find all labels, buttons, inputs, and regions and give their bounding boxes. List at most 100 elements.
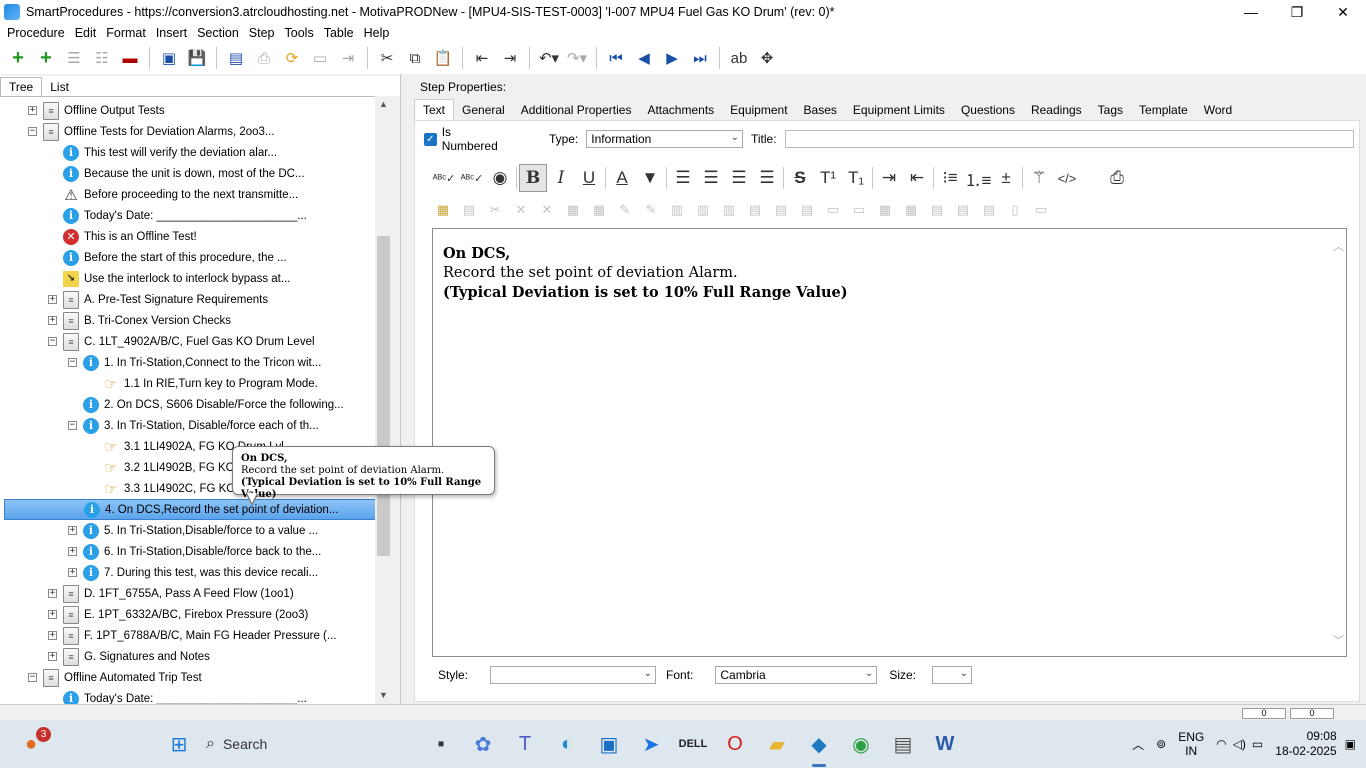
tab-additional-properties[interactable]: Additional Properties bbox=[513, 100, 640, 120]
outdent-icon[interactable]: ⇤ bbox=[468, 45, 496, 71]
align-bottom-icon[interactable]: ▤ bbox=[976, 199, 1002, 221]
remote-desktop-icon[interactable]: ▤ bbox=[886, 727, 920, 761]
expand-icon[interactable]: + bbox=[68, 568, 77, 577]
subscript-icon[interactable]: T₁ bbox=[842, 164, 870, 192]
cut-icon[interactable]: ✂ bbox=[373, 45, 401, 71]
link-icon[interactable]: ⇥ bbox=[334, 45, 362, 71]
tree-node[interactable]: i Today's Date: ______________________... bbox=[48, 688, 307, 704]
tab-word[interactable]: Word bbox=[1196, 100, 1240, 120]
tree-node[interactable]: i 4. On DCS,Record the set point of devia… bbox=[4, 499, 376, 520]
export-icon[interactable]: ▤ bbox=[222, 45, 250, 71]
language-indicator[interactable]: ENG IN bbox=[1178, 730, 1204, 758]
tree-node[interactable]: + ≡ A. Pre-Test Signature Requirements bbox=[48, 289, 268, 310]
tree-node[interactable]: + ≡ G. Signatures and Notes bbox=[48, 646, 210, 667]
power-automate-icon[interactable]: ➤ bbox=[634, 727, 668, 761]
volume-icon[interactable]: ◁) bbox=[1233, 737, 1246, 751]
editor-scrollbar[interactable]: ︿ ﹀ bbox=[1330, 232, 1346, 652]
split-horizontal-icon[interactable]: ▦ bbox=[872, 199, 898, 221]
tree-node[interactable]: + i 7. During this test, was this device r… bbox=[68, 562, 318, 583]
tree-node[interactable]: − ≡ C. 1LT_4902A/B/C, Fuel Gas KO Drum Lev… bbox=[48, 331, 315, 352]
type-dropdown[interactable]: Information ⌄ bbox=[586, 130, 743, 148]
insert-row-below-icon[interactable]: ▤ bbox=[768, 199, 794, 221]
spellcheck-options-icon[interactable]: ᴬᴮᶜ✓ bbox=[458, 164, 486, 192]
spellcheck-icon[interactable]: ᴬᴮᶜ✓ bbox=[430, 164, 458, 192]
expand-icon[interactable]: + bbox=[48, 316, 57, 325]
column-width-icon[interactable]: ▯ bbox=[1002, 199, 1028, 221]
maximize-button[interactable]: ❐ bbox=[1274, 0, 1320, 24]
first-icon[interactable]: ⏮ bbox=[602, 45, 630, 71]
size-dropdown[interactable]: ⌄ bbox=[932, 666, 973, 684]
tree-scrollbar[interactable]: ▲ ▼ bbox=[375, 96, 392, 704]
add-icon[interactable]: + bbox=[4, 45, 32, 71]
edge-icon[interactable]: ◐ bbox=[550, 727, 584, 761]
table-cut-icon[interactable]: ✂ bbox=[482, 199, 508, 221]
panel-splitter[interactable] bbox=[400, 74, 408, 704]
scroll-up-icon[interactable]: ▲ bbox=[375, 96, 392, 113]
menu-format[interactable]: Format bbox=[101, 26, 151, 40]
wifi-icon[interactable]: ◠ bbox=[1216, 737, 1226, 751]
merge-cells-icon[interactable]: ▭ bbox=[820, 199, 846, 221]
cell-edit-icon[interactable]: ▦ bbox=[586, 199, 612, 221]
print-icon[interactable]: ⎙ bbox=[250, 45, 278, 71]
tab-list[interactable]: List bbox=[42, 78, 77, 96]
expand-icon[interactable]: + bbox=[68, 547, 77, 556]
scroll-down-icon[interactable]: ▼ bbox=[375, 687, 392, 704]
tab-text[interactable]: Text bbox=[414, 99, 455, 120]
underline-icon[interactable]: U bbox=[575, 164, 603, 192]
step-text-editor[interactable]: On DCS, Record the set point of deviatio… bbox=[432, 228, 1347, 657]
chrome-icon[interactable]: ◉ bbox=[844, 727, 878, 761]
insert-row-above-icon[interactable]: ▤ bbox=[742, 199, 768, 221]
table-clear-icon[interactable]: ✕ bbox=[534, 199, 560, 221]
menu-table[interactable]: Table bbox=[319, 26, 359, 40]
tree-node[interactable]: − ≡ Offline Tests for Deviation Alarms, 2o… bbox=[28, 121, 275, 142]
tab-bases[interactable]: Bases bbox=[796, 100, 845, 120]
collapse-icon[interactable]: − bbox=[68, 358, 77, 367]
scroll-up-icon[interactable]: ︿ bbox=[1333, 238, 1344, 254]
menu-section[interactable]: Section bbox=[192, 26, 244, 40]
minimize-button[interactable]: — bbox=[1228, 0, 1274, 24]
move-icon[interactable]: ✥ bbox=[753, 45, 781, 71]
tree-node[interactable]: + ≡ F. 1PT_6788A/B/C, Main FG Header Press… bbox=[48, 625, 336, 646]
notifications-icon[interactable]: ▣ bbox=[1345, 737, 1356, 751]
align-left-icon[interactable]: ☰ bbox=[669, 164, 697, 192]
italic-icon[interactable]: I bbox=[547, 164, 575, 192]
indent-icon[interactable]: ⇥ bbox=[496, 45, 524, 71]
list-icon[interactable]: ☰ bbox=[60, 45, 88, 71]
refresh-icon[interactable]: ⟳ bbox=[278, 45, 306, 71]
weather-icon[interactable]: ● 3 bbox=[14, 727, 51, 761]
menu-tools[interactable]: Tools bbox=[280, 26, 319, 40]
spellcheck-icon[interactable]: ab bbox=[725, 45, 753, 71]
close-button[interactable]: ✕ bbox=[1320, 0, 1366, 24]
previous-icon[interactable]: ◀ bbox=[630, 45, 658, 71]
tree-node[interactable]: i Before the start of this procedure, the… bbox=[48, 247, 287, 268]
tab-attachments[interactable]: Attachments bbox=[639, 100, 722, 120]
tree-node[interactable]: − i 3. In Tri-Station, Disable/force each … bbox=[68, 415, 319, 436]
tree-node[interactable]: + ≡ B. Tri-Conex Version Checks bbox=[48, 310, 231, 331]
copilot-icon[interactable]: ✿ bbox=[466, 727, 500, 761]
file-explorer-icon[interactable]: ▰ bbox=[760, 727, 794, 761]
is-numbered-checkbox[interactable]: ✓ bbox=[424, 132, 437, 146]
tree-node[interactable]: i This test will verify the deviation ala… bbox=[48, 142, 277, 163]
menu-insert[interactable]: Insert bbox=[151, 26, 192, 40]
tree-node[interactable]: ☞ 1.1 In RIE,Turn key to Program Mode. bbox=[88, 373, 318, 394]
clock[interactable]: 09:08 18-02-2025 bbox=[1275, 729, 1336, 759]
tab-equipment[interactable]: Equipment bbox=[722, 100, 795, 120]
numbered-list-icon[interactable]: ⒈≡ bbox=[964, 164, 992, 192]
tab-readings[interactable]: Readings bbox=[1023, 100, 1090, 120]
teams-icon[interactable]: T bbox=[508, 727, 542, 761]
task-view-icon[interactable]: ▪ bbox=[424, 727, 458, 761]
align-middle-icon[interactable]: ▤ bbox=[950, 199, 976, 221]
battery-icon[interactable]: ▭ bbox=[1252, 737, 1263, 751]
increase-indent-icon[interactable]: ⇥ bbox=[875, 164, 903, 192]
collapse-icon[interactable]: − bbox=[28, 127, 37, 136]
redo-icon[interactable]: ↷▾ bbox=[563, 45, 591, 71]
scroll-down-icon[interactable]: ﹀ bbox=[1333, 632, 1344, 648]
tree-node[interactable]: + ≡ D. 1FT_6755A, Pass A Feed Flow (1oo1) bbox=[48, 583, 294, 604]
menu-edit[interactable]: Edit bbox=[70, 26, 102, 40]
tab-tree[interactable]: Tree bbox=[0, 77, 43, 96]
superscript-icon[interactable]: T¹ bbox=[814, 164, 842, 192]
html-source-icon[interactable]: </> bbox=[1053, 164, 1081, 192]
expand-icon[interactable]: + bbox=[48, 295, 57, 304]
network-status-icon[interactable]: ⊚ bbox=[1156, 737, 1166, 751]
save-icon[interactable]: 💾 bbox=[183, 45, 211, 71]
